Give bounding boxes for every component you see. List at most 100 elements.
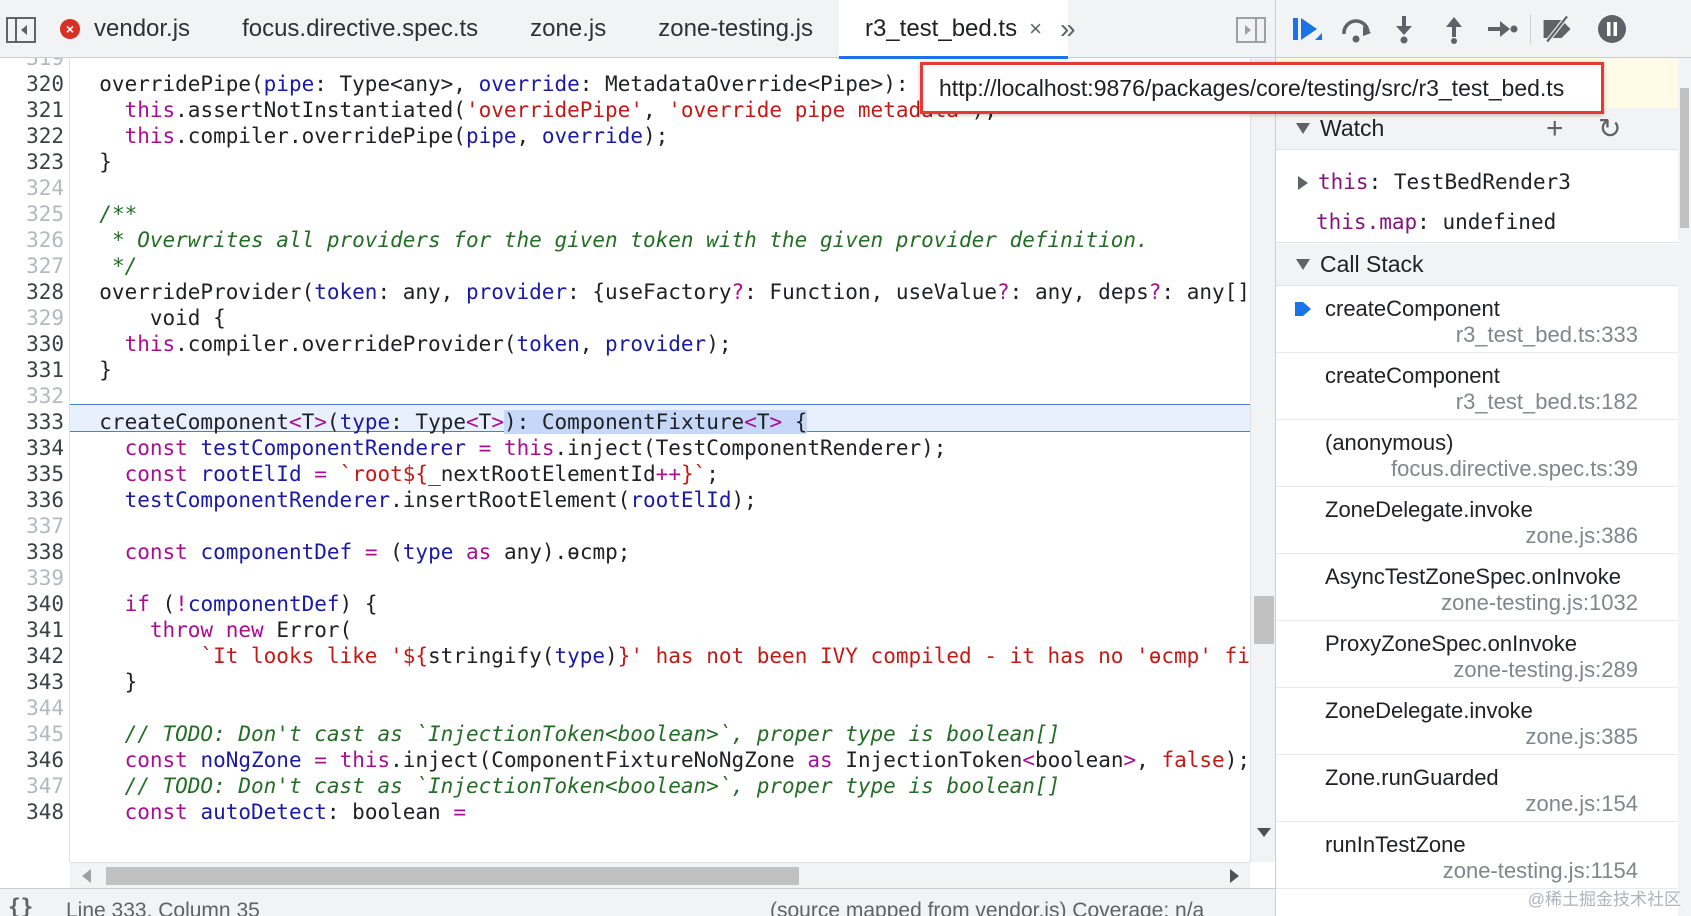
step-over-icon[interactable] [1338, 12, 1374, 46]
debugger-toolbar [1276, 0, 1691, 58]
scroll-down-arrow-icon[interactable] [1257, 828, 1271, 837]
line-number[interactable]: 321 [0, 96, 64, 124]
add-watch-icon[interactable]: + [1546, 112, 1564, 146]
tab-label: r3_test_bed.ts [864, 15, 1018, 42]
tab-focus-directive-spec[interactable]: focus.directive.spec.ts [216, 0, 504, 58]
scroll-right-arrow-icon[interactable] [1230, 869, 1239, 883]
frame-location: zone.js:386 [1525, 523, 1638, 548]
line-number[interactable]: 326 [0, 226, 64, 254]
pause-on-exceptions-icon[interactable] [1594, 12, 1630, 46]
line-number[interactable]: 341 [0, 616, 64, 644]
line-number[interactable]: 324 [0, 174, 64, 202]
frame-location: focus.directive.spec.ts:39 [1390, 456, 1638, 481]
navigator-toggle-icon[interactable] [6, 17, 36, 43]
line-number[interactable]: 329 [0, 304, 64, 332]
frame-location: r3_test_bed.ts:182 [1455, 389, 1638, 414]
expand-triangle-icon [1296, 123, 1310, 134]
frame-function-name: createComponent [1325, 296, 1500, 321]
step-icon[interactable] [1484, 12, 1520, 46]
line-number[interactable]: 347 [0, 772, 64, 800]
line-number[interactable]: 336 [0, 486, 64, 514]
call-frame[interactable]: runInTestZone zone-testing.js:1154 [1276, 822, 1678, 889]
resume-icon[interactable] [1288, 12, 1324, 46]
step-into-icon[interactable] [1386, 12, 1422, 46]
scroll-thumb[interactable] [1680, 88, 1689, 228]
call-stack-section-header[interactable]: Call Stack [1276, 244, 1678, 286]
call-frame[interactable]: ZoneDelegate.invoke zone.js:385 [1276, 688, 1678, 755]
line-number[interactable]: 333 [0, 408, 64, 436]
line-number[interactable]: 345 [0, 720, 64, 748]
close-tab-icon[interactable]: × [1029, 16, 1042, 42]
line-number[interactable]: 327 [0, 252, 64, 280]
tab-label: zone.js [530, 15, 607, 42]
watch-section-header[interactable]: Watch + ↻ [1276, 108, 1678, 150]
debugger-sidebar: Watch + ↻ this: TestBedRender3 this.map:… [1276, 0, 1691, 916]
line-number[interactable]: 332 [0, 382, 64, 410]
frame-location: zone.js:154 [1525, 791, 1638, 816]
step-out-icon[interactable] [1436, 12, 1472, 46]
frame-function-name: Zone.runGuarded [1325, 765, 1499, 790]
frame-function-name: ProxyZoneSpec.onInvoke [1325, 631, 1577, 656]
watch-expression[interactable]: this.map: undefined [1316, 210, 1556, 234]
pretty-print-button[interactable]: {} [8, 895, 33, 916]
frame-location: zone.js:385 [1525, 724, 1638, 749]
call-frame[interactable]: Zone.runGuarded zone.js:154 [1276, 755, 1678, 822]
frame-function-name: createComponent [1325, 363, 1500, 388]
editor-tab-bar: × vendor.js focus.directive.spec.ts zone… [0, 0, 1275, 59]
editor-horizontal-scrollbar[interactable] [70, 862, 1250, 888]
line-number[interactable]: 342 [0, 642, 64, 670]
line-number[interactable]: 320 [0, 70, 64, 98]
tab-label: zone-testing.js [658, 15, 813, 42]
line-number[interactable]: 344 [0, 694, 64, 722]
watch-title: Watch [1320, 115, 1385, 141]
tab-vendor-js[interactable]: × vendor.js [48, 0, 216, 58]
refresh-icon[interactable]: ↻ [1598, 112, 1621, 145]
frame-function-name: (anonymous) [1325, 430, 1454, 455]
line-number[interactable]: 348 [0, 798, 64, 826]
scroll-left-arrow-icon[interactable] [82, 869, 91, 883]
line-number[interactable]: 338 [0, 538, 64, 566]
source-map-info[interactable]: (source mapped from vendor.js) Coverage:… [770, 899, 1204, 916]
more-tabs-icon[interactable]: » [1060, 14, 1076, 44]
scroll-thumb[interactable] [106, 867, 799, 885]
current-frame-arrow-icon [1294, 300, 1312, 323]
editor-vertical-scrollbar[interactable] [1250, 58, 1275, 862]
line-number[interactable]: 346 [0, 746, 64, 774]
call-frame[interactable]: (anonymous) focus.directive.spec.ts:39 [1276, 420, 1678, 487]
call-frame[interactable]: createComponent r3_test_bed.ts:333 [1276, 286, 1678, 353]
call-frame[interactable]: createComponent r3_test_bed.ts:182 [1276, 353, 1678, 420]
sidebar-scrollbar[interactable] [1678, 58, 1691, 916]
frame-function-name: AsyncTestZoneSpec.onInvoke [1325, 564, 1621, 589]
call-frame[interactable]: ProxyZoneSpec.onInvoke zone-testing.js:28… [1276, 621, 1678, 688]
line-number[interactable]: 323 [0, 148, 64, 176]
tab-label: vendor.js [94, 15, 191, 42]
debugger-toggle-icon[interactable] [1236, 17, 1266, 43]
line-number[interactable]: 340 [0, 590, 64, 618]
line-number[interactable]: 343 [0, 668, 64, 696]
line-number[interactable]: 337 [0, 512, 64, 540]
line-number[interactable]: 322 [0, 122, 64, 150]
watch-expression[interactable]: this: TestBedRender3 [1318, 170, 1571, 194]
deactivate-breakpoints-icon[interactable] [1540, 12, 1576, 46]
frame-function-name: ZoneDelegate.invoke [1325, 698, 1533, 723]
source-editor-pane: × vendor.js focus.directive.spec.ts zone… [0, 0, 1276, 916]
code-view[interactable]: 319 320 321 322 323 324 325 326 327 328 329 330 331 3… [0, 58, 1250, 862]
frame-location: zone-testing.js:1032 [1441, 590, 1638, 615]
line-number[interactable]: 334 [0, 434, 64, 462]
line-number-gutter[interactable]: 319 320 321 322 323 324 325 326 327 328 329 330 331 3… [0, 58, 70, 862]
line-number[interactable]: 328 [0, 278, 64, 306]
tab-zone-js[interactable]: zone.js [504, 0, 632, 58]
call-frame[interactable]: ZoneDelegate.invoke zone.js:386 [1276, 487, 1678, 554]
line-number[interactable]: 330 [0, 330, 64, 358]
line-number[interactable]: 325 [0, 200, 64, 228]
tab-r3-test-bed[interactable]: r3_test_bed.ts × [838, 0, 1068, 59]
call-frame[interactable]: AsyncTestZoneSpec.onInvoke zone-testing.j… [1276, 554, 1678, 621]
scroll-thumb[interactable] [1254, 596, 1274, 644]
tab-zone-testing-js[interactable]: zone-testing.js [632, 0, 839, 58]
editor-status-bar: {} Line 333, Column 35 (source mapped fr… [0, 888, 1275, 916]
expand-arrow-icon[interactable] [1298, 176, 1308, 190]
line-number[interactable]: 339 [0, 564, 64, 592]
line-number[interactable]: 331 [0, 356, 64, 384]
toolbar-separator [1530, 14, 1531, 44]
line-number[interactable]: 335 [0, 460, 64, 488]
